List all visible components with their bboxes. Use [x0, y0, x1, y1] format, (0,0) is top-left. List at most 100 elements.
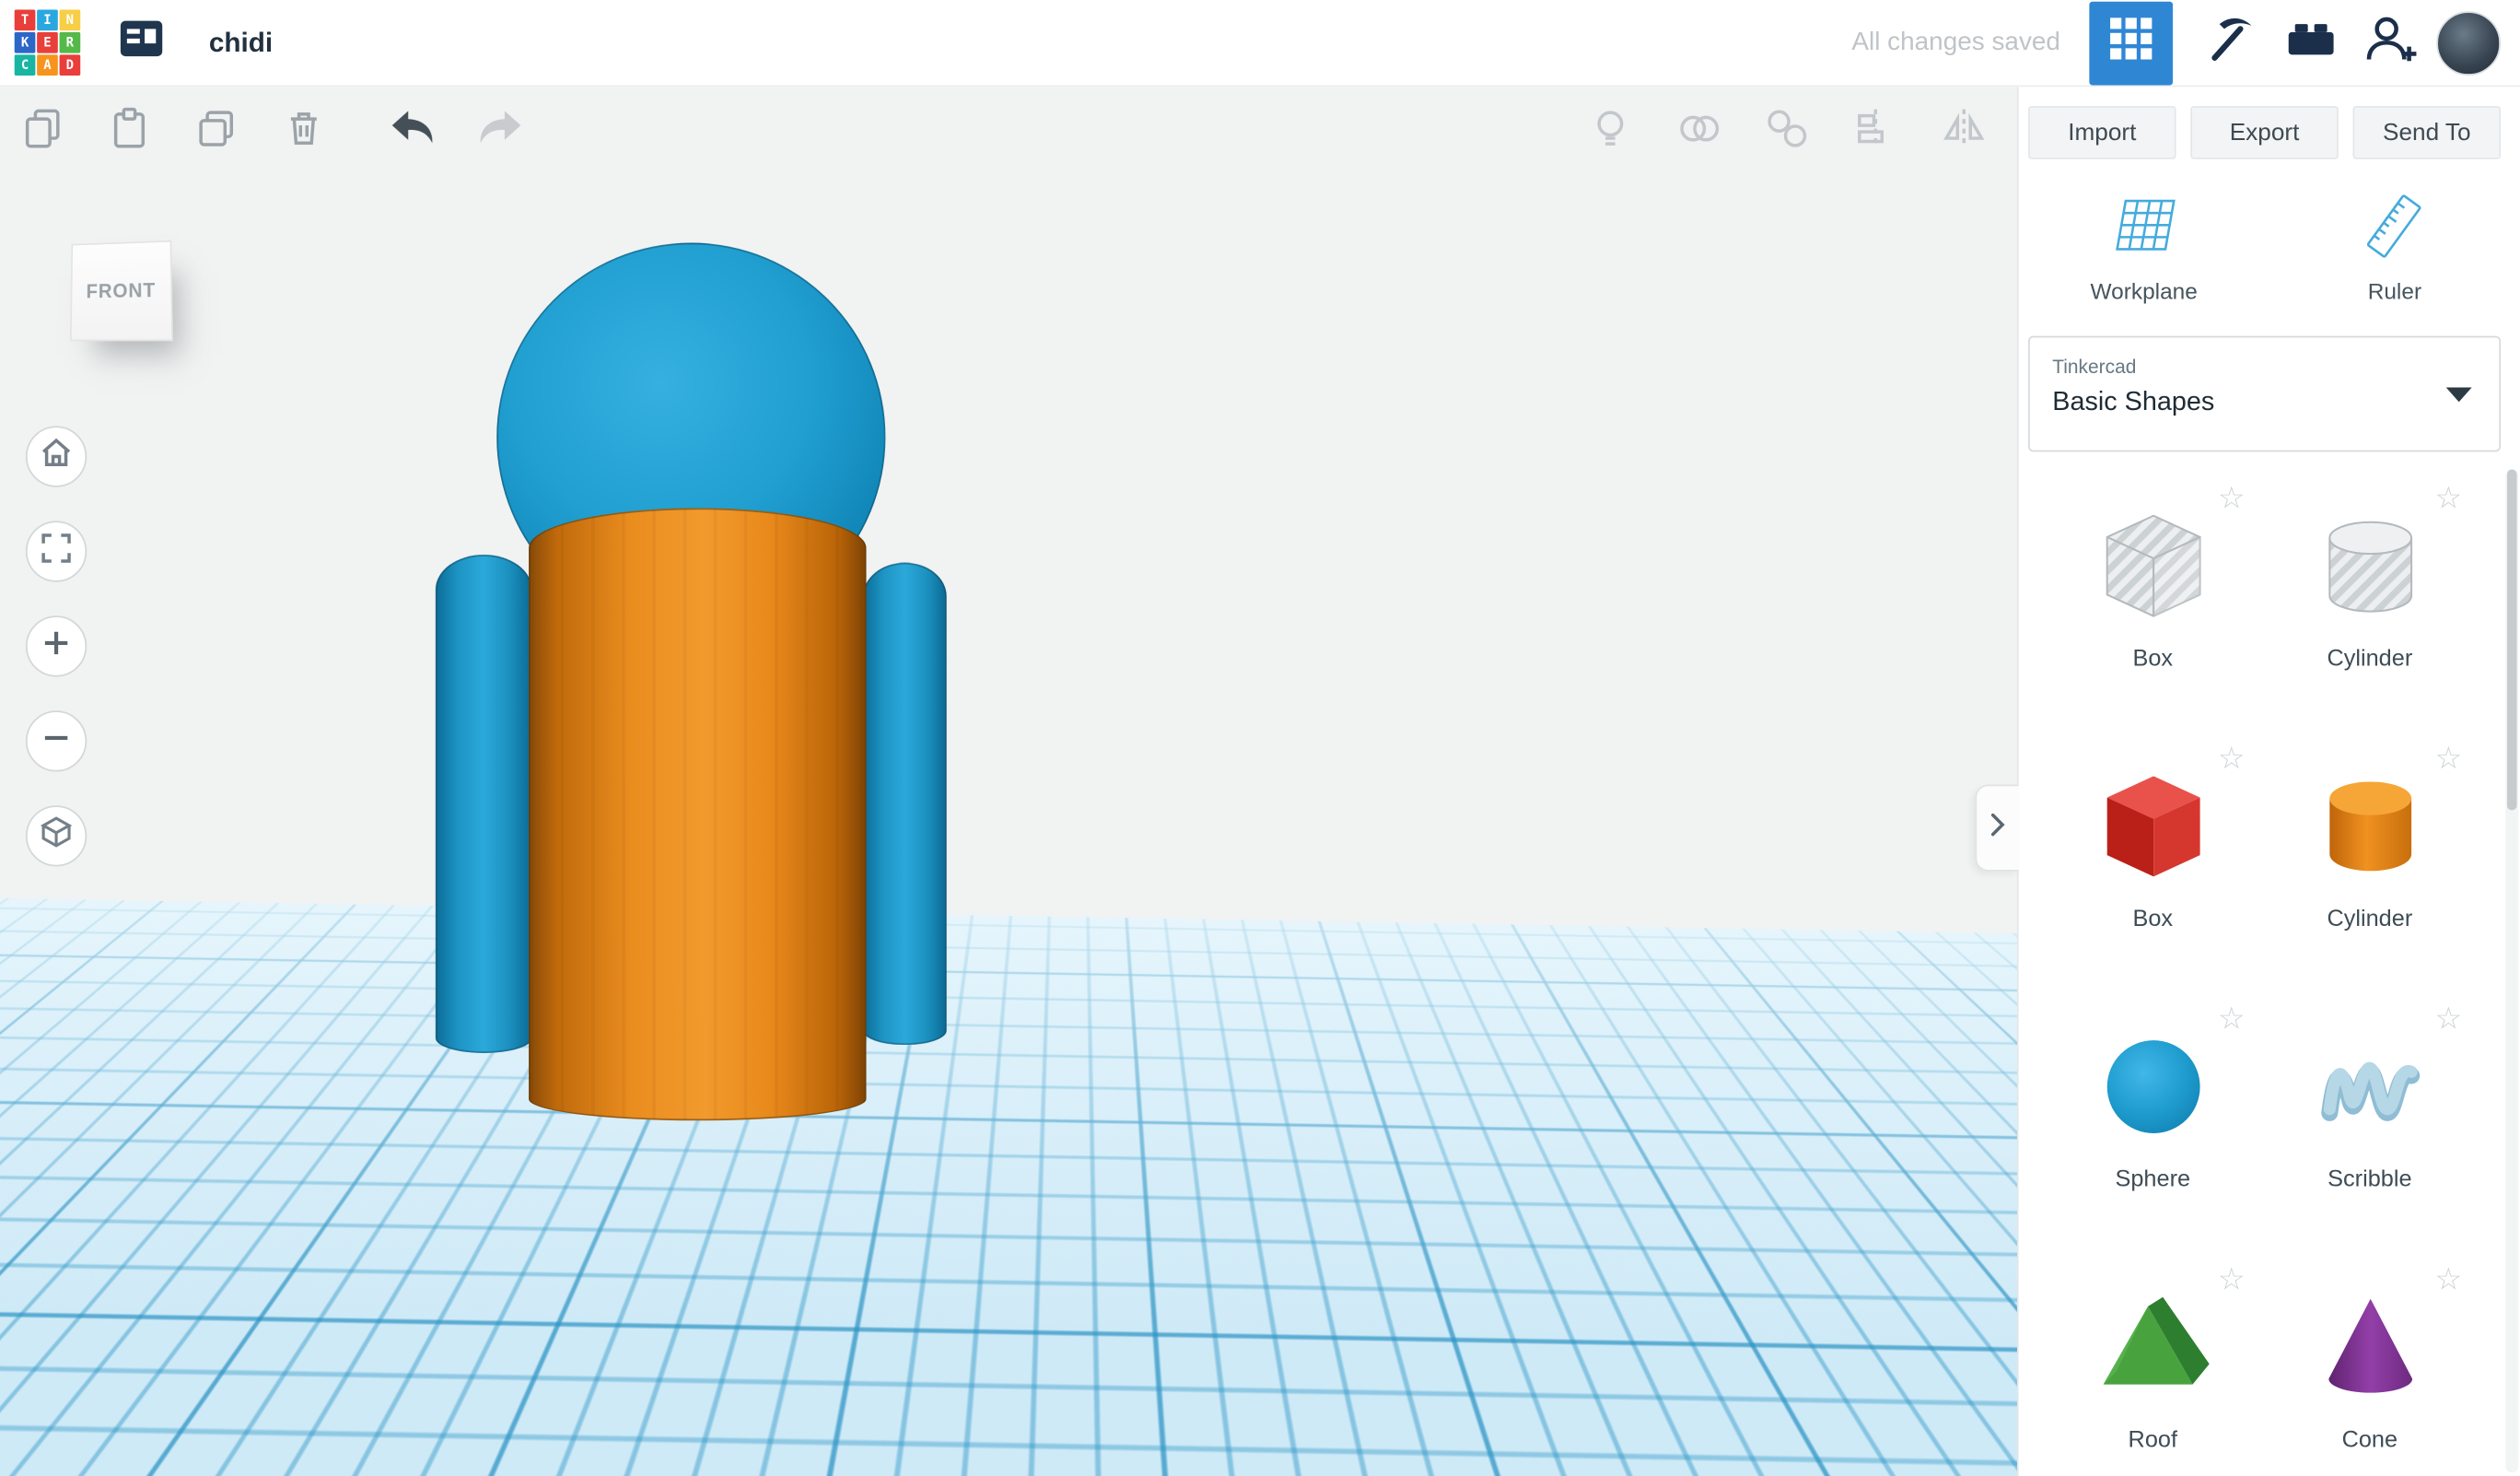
- fit-view-icon: [37, 528, 76, 575]
- ruler-tool[interactable]: Ruler: [2269, 194, 2520, 304]
- view-cube[interactable]: FRONT: [70, 240, 173, 342]
- fit-view-button[interactable]: [26, 521, 87, 581]
- favorite-star-icon[interactable]: ☆: [2218, 744, 2246, 775]
- chevron-right-icon: [1989, 811, 2005, 845]
- duplicate-icon: [192, 104, 240, 160]
- view-controls: [26, 426, 87, 866]
- import-button[interactable]: Import: [2028, 106, 2176, 159]
- shape-category-dropdown[interactable]: Tinkercad Basic Shapes: [2028, 336, 2501, 452]
- zoom-out-button[interactable]: [26, 710, 87, 771]
- view-cube-face-label: FRONT: [86, 279, 156, 303]
- favorite-star-icon[interactable]: ☆: [2434, 484, 2462, 514]
- duplicate-button[interactable]: [192, 108, 240, 156]
- undo-button[interactable]: [389, 108, 437, 156]
- ungroup-button[interactable]: [1763, 108, 1811, 156]
- brick-icon: [2284, 11, 2339, 74]
- ungroup-icon: [1763, 104, 1811, 160]
- logo-cell: D: [60, 54, 81, 76]
- my-designs-button[interactable]: [106, 7, 177, 78]
- send-to-button[interactable]: Send To: [2353, 106, 2502, 159]
- orange-cylinder-body[interactable]: [529, 508, 866, 1120]
- blue-cylinder-left-arm[interactable]: [436, 555, 532, 1053]
- spinner-icon[interactable]: [1942, 1419, 1954, 1440]
- redo-button[interactable]: [475, 108, 523, 156]
- home-icon: [37, 433, 76, 480]
- shape-label: Box: [2132, 907, 2173, 932]
- lightbulb-icon: [1586, 104, 1634, 160]
- sphere-icon: [2094, 1027, 2212, 1146]
- scribble-icon: [2310, 1027, 2429, 1146]
- workplane-grid[interactable]: [0, 897, 2017, 956]
- shapes-panel: Import Export Send To Workplane Ruler Ti…: [2017, 87, 2520, 1476]
- shape-label: Cylinder: [2327, 646, 2412, 672]
- cylinder-solid-icon: [2310, 767, 2429, 885]
- favorite-star-icon[interactable]: ☆: [2434, 744, 2462, 775]
- copy-button[interactable]: [19, 108, 67, 156]
- align-button[interactable]: [1851, 108, 1899, 156]
- mirror-button[interactable]: [1940, 108, 1988, 156]
- tinkercad-logo[interactable]: TINKERCAD: [15, 9, 81, 76]
- redo-icon: [472, 104, 527, 160]
- snap-grid-select[interactable]: 1.0 mm: [1800, 1405, 1970, 1453]
- favorite-star-icon[interactable]: ☆: [2434, 1265, 2462, 1295]
- brick-export-button[interactable]: [2276, 7, 2347, 78]
- cone-icon: [2310, 1288, 2429, 1407]
- workplane-area: [0, 897, 2017, 1476]
- logo-cell: R: [60, 32, 81, 53]
- shape-tile-cylinder-solid[interactable]: ☆Cylinder: [2261, 747, 2479, 1002]
- dashboard-grid-button[interactable]: [2089, 1, 2173, 85]
- paste-button[interactable]: [106, 108, 154, 156]
- show-all-button[interactable]: [1586, 108, 1634, 156]
- favorite-star-icon[interactable]: ☆: [2434, 1005, 2462, 1036]
- logo-cell: A: [37, 54, 58, 76]
- favorite-star-icon[interactable]: ☆: [2218, 1005, 2246, 1036]
- snap-grid-value: 1.0 mm: [1816, 1415, 1896, 1443]
- minecraft-export-button[interactable]: [2196, 7, 2267, 78]
- favorite-star-icon[interactable]: ☆: [2218, 1265, 2246, 1295]
- shape-tile-scribble[interactable]: ☆Scribble: [2261, 1008, 2479, 1262]
- workplane-tool[interactable]: Workplane: [2019, 194, 2269, 304]
- undo-icon: [386, 104, 440, 160]
- perspective-toggle-button[interactable]: [26, 805, 87, 866]
- mirror-icon: [1940, 104, 1988, 160]
- box-solid-icon: [2094, 767, 2212, 885]
- delete-button[interactable]: [280, 108, 328, 156]
- design-title[interactable]: chidi: [209, 27, 273, 59]
- box-hole-icon: [2094, 507, 2212, 626]
- perspective-cube-icon: [37, 813, 76, 860]
- shape-tile-roof[interactable]: ☆Roof: [2045, 1269, 2262, 1476]
- zoom-in-button[interactable]: [26, 615, 87, 676]
- home-view-button[interactable]: [26, 426, 87, 486]
- category-value: Basic Shapes: [2052, 388, 2477, 418]
- logo-cell: K: [15, 32, 36, 53]
- edit-grid-button[interactable]: Edit Grid: [1829, 1330, 1989, 1377]
- invite-collaborator-button[interactable]: [2356, 7, 2427, 78]
- shape-label: Box: [2132, 646, 2173, 672]
- viewport-3d[interactable]: FRONT Edit Grid Snap Grid: [0, 177, 2017, 1476]
- shape-tile-cylinder-hole[interactable]: ☆ Cylinder: [2261, 487, 2479, 742]
- copy-icon: [19, 104, 67, 160]
- library-name: Tinkercad: [2052, 356, 2477, 378]
- group-button[interactable]: [1674, 108, 1722, 156]
- shape-tile-box-solid[interactable]: ☆ Box: [2045, 747, 2262, 1002]
- shapes-grid: ☆Box☆Cylinder☆Box☆Cylinder☆Sphere☆Scribb…: [2019, 451, 2520, 1476]
- export-button[interactable]: Export: [2190, 106, 2339, 159]
- plus-icon: [37, 623, 76, 670]
- shape-tile-sphere[interactable]: ☆Sphere: [2045, 1008, 2262, 1262]
- shape-label: Cone: [2342, 1427, 2398, 1453]
- panel-collapse-button[interactable]: [1975, 785, 2018, 872]
- panel-scrollbar[interactable]: [2505, 470, 2518, 1473]
- roof-icon: [2094, 1288, 2212, 1407]
- snap-grid-label: Snap Grid: [1655, 1415, 1771, 1444]
- ruler-icon: [2362, 194, 2427, 267]
- favorite-star-icon[interactable]: ☆: [2218, 484, 2246, 514]
- helper-tools-row: Workplane Ruler: [2019, 194, 2520, 304]
- blue-cylinder-right-arm[interactable]: [863, 563, 947, 1045]
- logo-cell: N: [60, 9, 81, 30]
- user-avatar[interactable]: [2436, 10, 2501, 75]
- scrollbar-thumb[interactable]: [2507, 470, 2516, 811]
- workplane-icon: [2112, 194, 2176, 267]
- shape-tile-cone[interactable]: ☆Cone: [2261, 1269, 2479, 1476]
- logo-cell: I: [37, 9, 58, 30]
- shape-tile-box-hole[interactable]: ☆ Box: [2045, 487, 2262, 742]
